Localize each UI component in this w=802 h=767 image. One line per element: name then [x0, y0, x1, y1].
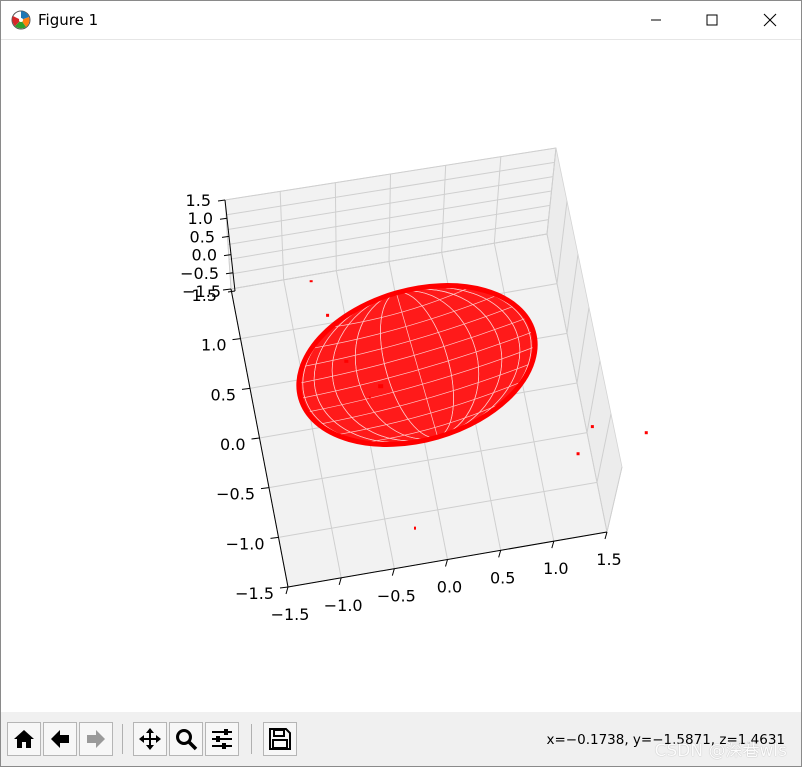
title-bar[interactable]: Figure 1 [1, 1, 801, 40]
scatter-point [309, 280, 313, 283]
home-icon [14, 730, 34, 748]
close-icon [763, 13, 777, 27]
floppy-disk-icon [269, 728, 291, 750]
y-tick-mark [260, 487, 270, 490]
x-tick-label: 0.5 [490, 568, 515, 587]
toolbar-separator [251, 724, 252, 754]
home-button[interactable] [7, 722, 41, 756]
maximize-icon [706, 14, 718, 26]
back-button[interactable] [43, 722, 77, 756]
x-tick-mark [285, 586, 289, 595]
forward-button[interactable] [79, 722, 113, 756]
zoom-button[interactable] [169, 722, 203, 756]
configure-subplots-button[interactable] [205, 722, 239, 756]
x-tick-label: 1.0 [543, 559, 568, 578]
x-tick-mark [498, 550, 502, 558]
navigation-toolbar: x=−0.1738, y=−1.5871, z=1.4631 CSDN @深巷w… [1, 712, 801, 766]
y-tick-label: −1.0 [226, 534, 265, 553]
plot-3d-axes[interactable]: −1.5 −1.0 −0.5 0.0 0.5 1.0 1.5 −1.5−1.0−0.50.0… [1, 40, 801, 712]
minimize-icon [651, 19, 661, 21]
x-tick-mark [338, 577, 342, 585]
move-icon [139, 728, 161, 750]
x-tick-mark [445, 559, 448, 567]
scatter-point [413, 526, 416, 530]
scatter-point [368, 396, 371, 399]
x-tick-label: 1.5 [596, 550, 621, 569]
x-tick-label: −0.5 [377, 587, 416, 606]
save-button[interactable] [263, 722, 297, 756]
arrow-right-icon [87, 730, 105, 748]
toolbar-separator [122, 724, 123, 754]
y-tick-mark [241, 387, 251, 390]
x-tick-label: 0.0 [437, 578, 462, 597]
x-tick-label: −1.5 [271, 605, 310, 624]
scatter-point [590, 425, 594, 429]
minimize-button[interactable] [633, 1, 679, 39]
scatter-point [576, 452, 580, 456]
matplotlib-icon [11, 10, 31, 30]
x-tick-mark [604, 531, 608, 540]
scatter-point [644, 431, 648, 435]
sliders-icon [212, 729, 232, 749]
pan-button[interactable] [133, 722, 167, 756]
window-title: Figure 1 [38, 11, 99, 29]
z-tick-label: −1.5 [182, 282, 221, 301]
z-tick-mark [217, 199, 226, 202]
y-tick-label: 1.0 [201, 336, 226, 355]
arrow-left-icon [51, 730, 69, 748]
z-tick-label: −0.5 [180, 264, 219, 283]
magnifier-icon [176, 729, 198, 751]
y-tick-label: −1.5 [235, 584, 274, 603]
scatter-point [378, 384, 384, 389]
x-tick-label: −1.0 [324, 596, 363, 615]
scatter-point [344, 359, 349, 363]
z-tick-label: 0.5 [190, 227, 215, 246]
plot-canvas[interactable]: −1.5 −1.0 −0.5 0.0 0.5 1.0 1.5 −1.5 −1.0 −0.5 0.0… [1, 40, 801, 712]
scatter-point [326, 313, 330, 317]
y-tick-label: 0.0 [220, 435, 245, 454]
y-tick-mark [251, 437, 260, 440]
y-tick-label: 0.5 [211, 385, 236, 404]
y-tick-mark [279, 586, 289, 589]
watermark-text: CSDN @深巷wls [654, 741, 787, 761]
z-tick-label: 1.5 [186, 191, 211, 210]
y-tick-mark [232, 338, 241, 341]
z-tick-label: 0.0 [192, 246, 217, 265]
y-tick-label: −0.5 [216, 485, 255, 504]
z-tick-label: 1.0 [188, 209, 213, 228]
maximize-button[interactable] [689, 1, 735, 39]
y-tick-mark [222, 288, 232, 291]
y-tick-mark [270, 536, 279, 539]
figure-window: Figure 1 −1.5 −1.0 −0.5 0.0 0.5 1.0 1.5 … [0, 0, 802, 767]
close-button[interactable] [747, 1, 793, 39]
x-tick-mark [391, 568, 395, 576]
x-tick-mark [551, 541, 555, 549]
